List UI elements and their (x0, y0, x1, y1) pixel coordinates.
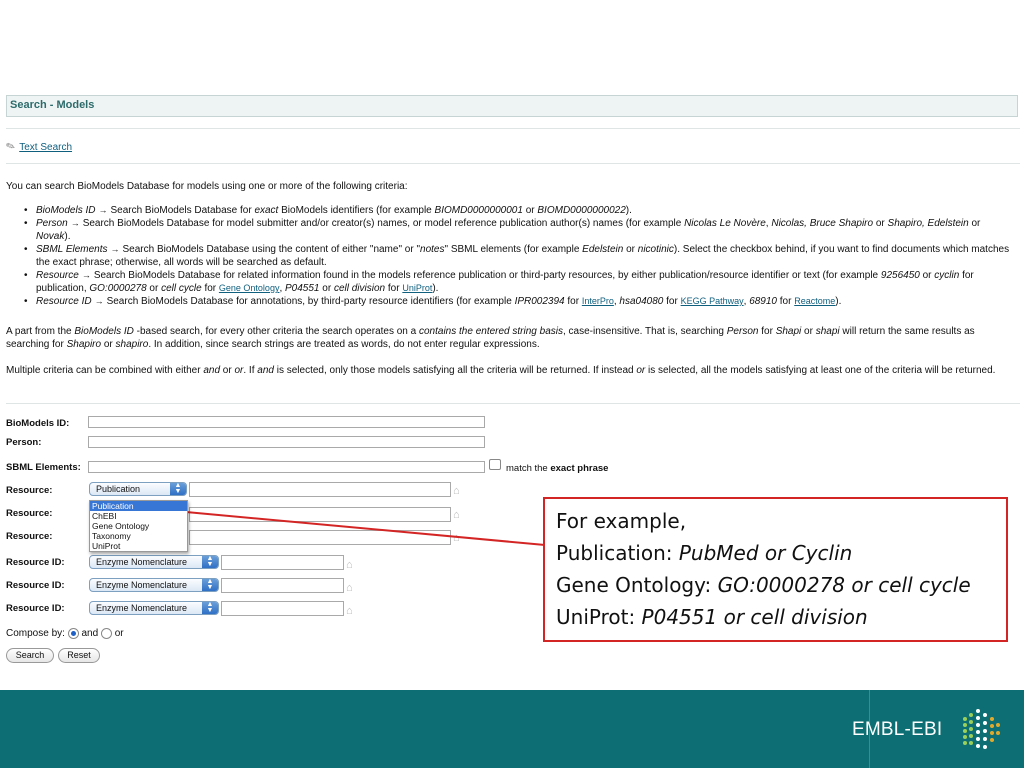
callout-line: UniProt: P04551 or cell division (556, 605, 868, 629)
callout-line: Gene Ontology: GO:0000278 or cell cycle (556, 573, 971, 597)
callout-connector (185, 511, 546, 546)
dropdown-option-uniprot[interactable]: UniProt (90, 541, 187, 551)
example-callout: For example, Publication: PubMed or Cycl… (543, 497, 1008, 642)
callout-line: Publication: PubMed or Cyclin (556, 541, 853, 565)
dropdown-option-gene-ontology[interactable]: Gene Ontology (90, 521, 187, 531)
callout-line: For example, (556, 509, 687, 533)
dropdown-option-taxonomy[interactable]: Taxonomy (90, 531, 187, 541)
dropdown-option-chebi[interactable]: ChEBI (90, 511, 187, 521)
resource-dropdown-menu: Publication ChEBI Gene Ontology Taxonomy… (89, 500, 188, 552)
dropdown-option-publication[interactable]: Publication (90, 501, 187, 511)
